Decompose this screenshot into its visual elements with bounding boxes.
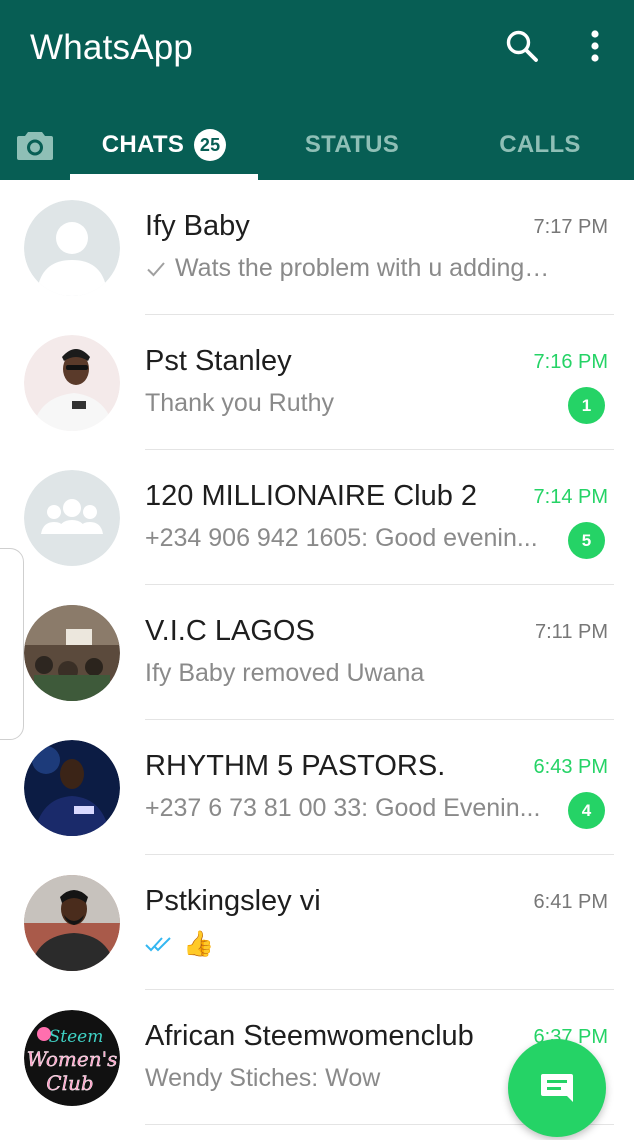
chat-row[interactable]: RHYTHM 5 PASTORS. 6:43 PM +237 6 73 81 0… [0,720,634,855]
camera-icon [17,132,53,160]
unread-count-badge: 1 [568,387,605,424]
tab-calls[interactable]: CALLS [446,110,634,180]
tab-chats-badge: 25 [194,129,227,161]
tab-calls-label: CALLS [499,131,581,158]
chat-preview: +237 6 73 81 00 33: Good Evenin... [145,794,541,822]
chat-name: Pst Stanley [145,345,292,377]
search-icon [506,30,538,62]
chat-name: Pstkingsley vi [145,885,321,917]
chat-time: 7:14 PM [533,486,608,508]
chat-preview: Ify Baby removed Uwana [145,659,425,687]
svg-text:Steem: Steem [49,1027,104,1047]
tab-camera[interactable] [0,110,70,180]
chat-preview: +234 906 942 1605: Good evenin... [145,524,538,552]
default-person-avatar [24,200,120,296]
app-bar: WhatsApp CHATS 25 STATUS CALLS [0,0,634,180]
edge-panel-handle[interactable] [0,548,24,740]
chat-preview: Thank you Ruthy [145,389,334,417]
chat-time: 7:16 PM [533,351,608,373]
tab-chats-label: CHATS [101,131,185,158]
chat-time: 6:41 PM [533,891,608,913]
photo-avatar [24,605,120,701]
default-group-avatar [24,470,120,566]
chat-preview: Wats the problem with u adding a... [145,254,555,283]
chat-preview-text: Wats the problem with u adding a... [175,254,555,282]
svg-text:Club: Club [46,1071,93,1095]
chat-name: V.I.C LAGOS [145,615,315,647]
thumbs-up-emoji: 👍 [183,929,215,958]
new-chat-button[interactable] [508,1039,606,1137]
unread-count-badge: 4 [568,792,605,829]
chat-preview: Wendy Stiches: Wow [145,1064,381,1092]
chat-time: 7:11 PM [535,621,608,643]
more-vert-icon [591,30,599,62]
chat-name: African Steemwomenclub [145,1020,474,1052]
chat-row[interactable]: Pst Stanley 7:16 PM Thank you Ruthy 1 [0,315,634,450]
chat-row[interactable]: 120 MILLIONAIRE Club 2 7:14 PM +234 906 … [0,450,634,585]
chat-name: 120 MILLIONAIRE Club 2 [145,480,478,512]
chat-name: RHYTHM 5 PASTORS. [145,750,446,782]
chat-time: 6:43 PM [533,756,608,778]
double-check-blue-icon [145,937,171,952]
unread-count-badge: 5 [568,522,605,559]
photo-avatar [24,335,120,431]
tab-status-label: STATUS [304,131,400,158]
chat-name: Ify Baby [145,210,250,242]
svg-text:Women's: Women's [27,1047,118,1071]
tab-chats[interactable]: CHATS 25 [70,110,258,180]
tab-bar: CHATS 25 STATUS CALLS [0,110,634,180]
new-chat-icon [541,1074,573,1102]
single-check-icon [147,262,165,277]
chat-row[interactable]: V.I.C LAGOS 7:11 PM Ify Baby removed Uwa… [0,585,634,720]
photo-avatar [24,875,120,971]
tab-status[interactable]: STATUS [258,110,446,180]
app-title: WhatsApp [30,28,194,67]
logo-avatar: Steem Women's Club [24,1010,120,1106]
more-options-button[interactable] [575,22,615,70]
chat-preview: 👍 [145,929,555,959]
photo-avatar [24,740,120,836]
search-button[interactable] [498,22,546,70]
chat-row[interactable]: Pstkingsley vi 6:41 PM 👍 [0,855,634,990]
chat-row[interactable]: Ify Baby 7:17 PM Wats the problem with u… [0,180,634,315]
chat-time: 7:17 PM [533,216,608,238]
